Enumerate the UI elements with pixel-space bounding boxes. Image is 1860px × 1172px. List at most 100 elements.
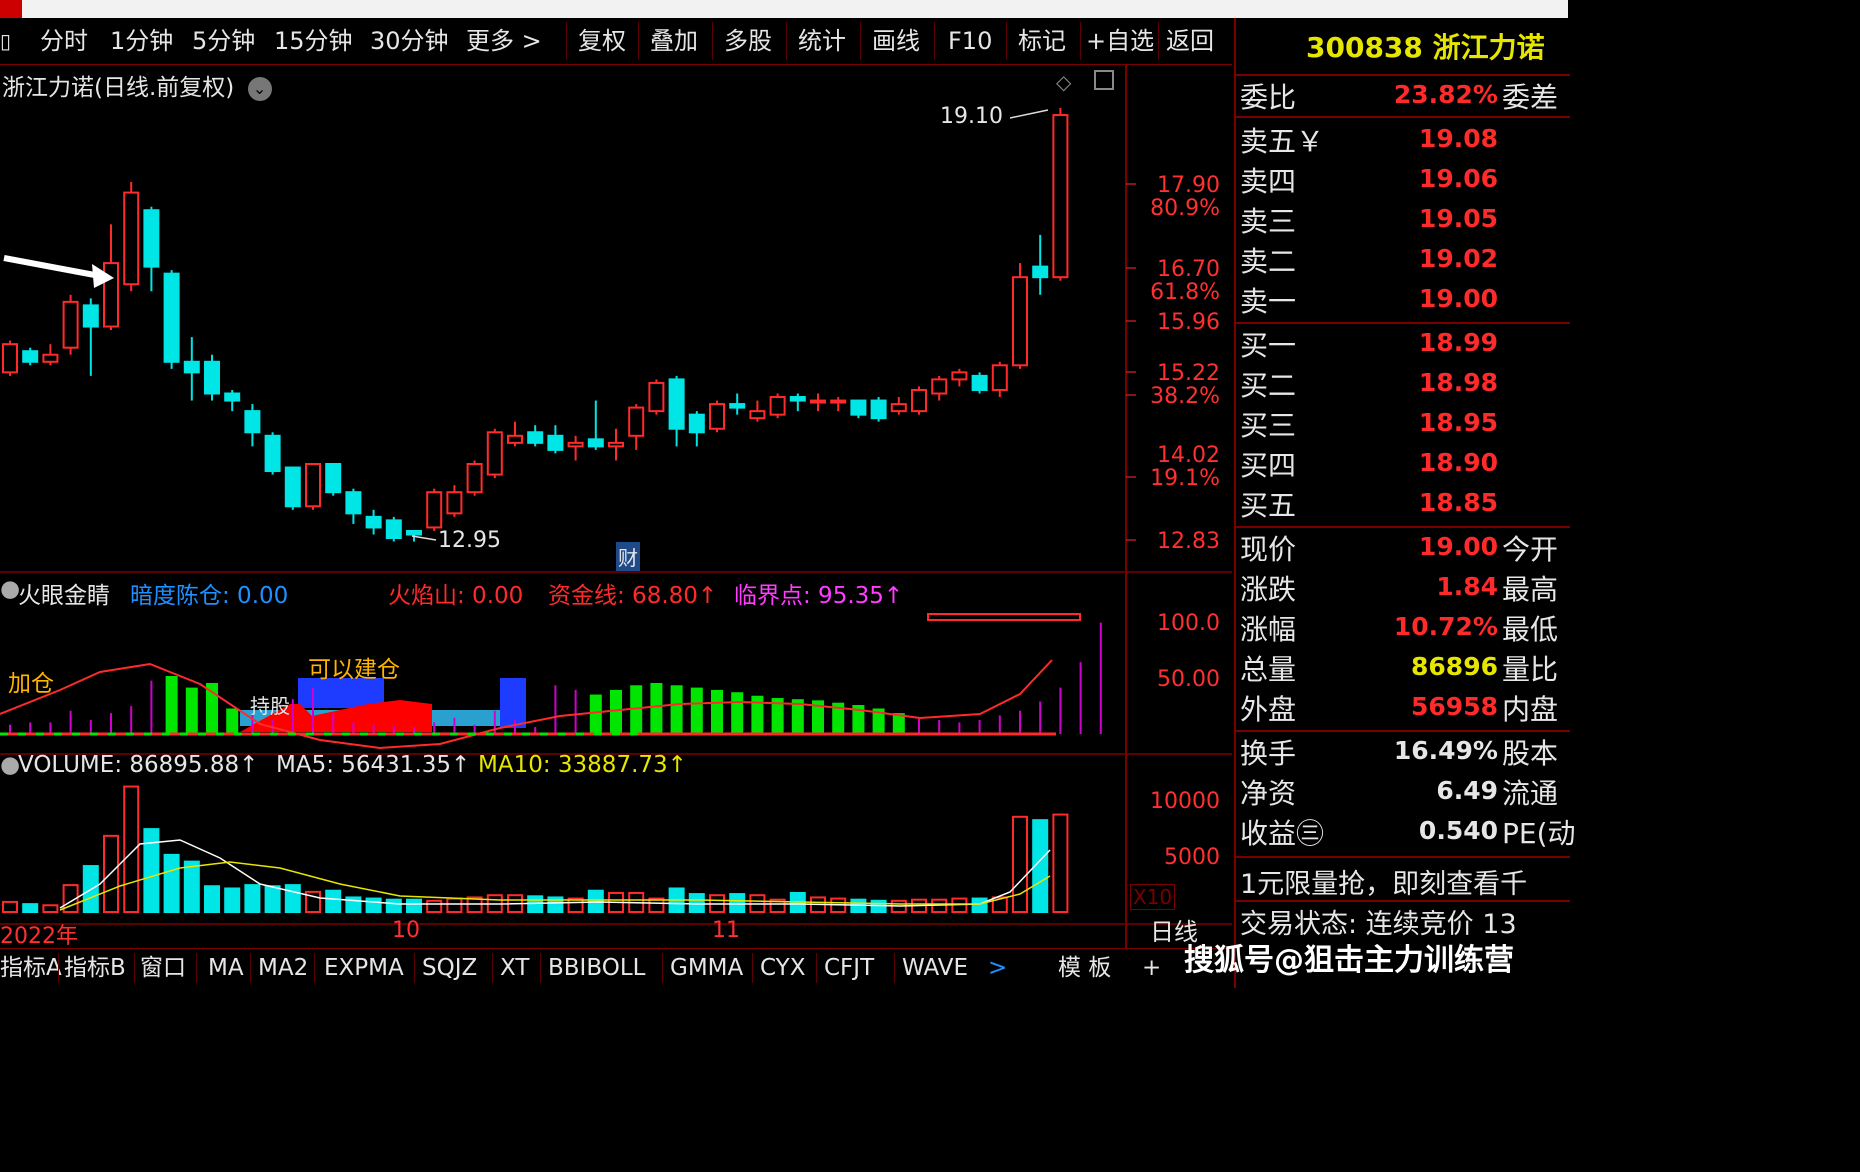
candle-body: [143, 209, 160, 268]
huaxian-button[interactable]: 画线: [872, 22, 920, 60]
stat2-value-1: 6.49: [1436, 776, 1498, 805]
duogu-button[interactable]: 多股: [724, 22, 772, 60]
volume-bar: [729, 893, 746, 914]
signal-label-chigu: 持股: [250, 694, 290, 718]
sell-label-1: 卖四: [1240, 165, 1297, 198]
period-tab-30min[interactable]: 30分钟: [370, 22, 449, 60]
tab-ma[interactable]: MA: [208, 949, 244, 987]
tab-xt[interactable]: XT: [500, 949, 529, 987]
candle-body: [204, 360, 220, 395]
f10-button[interactable]: F10: [948, 22, 992, 60]
stat-value-3: 86896: [1411, 652, 1498, 681]
diejia-button[interactable]: 叠加: [650, 22, 698, 60]
tab-cyx[interactable]: CYX: [760, 949, 805, 987]
candle-body: [345, 491, 362, 515]
menu-square-icon[interactable]: ▯: [0, 22, 11, 60]
add-watchlist-button[interactable]: +自选: [1086, 22, 1154, 60]
candle-body: [850, 399, 867, 416]
tab-cfjt[interactable]: CFJT: [824, 949, 874, 987]
tab-indicator-a[interactable]: 指标A: [0, 949, 62, 987]
tab-indicator-b[interactable]: 指标B: [64, 949, 126, 987]
tab-expma[interactable]: EXPMA: [324, 949, 404, 987]
candle: [587, 400, 604, 450]
buy-label-4: 买五: [1240, 489, 1297, 522]
kline-chart[interactable]: 17.9080.9% 16.7061.8% 15.96 15.2238.2% 14.02…: [0, 64, 1232, 948]
stat-label-1: 涨跌: [1240, 573, 1297, 606]
candle: [183, 337, 200, 401]
tab-sqjz[interactable]: SQJZ: [422, 949, 477, 987]
indicator-name: 火眼金睛: [18, 583, 110, 609]
tab-window[interactable]: 窗口: [140, 949, 186, 987]
candle-body: [769, 396, 786, 416]
candle-body: [789, 396, 806, 402]
volume-bar: [1052, 813, 1069, 913]
indicator-item-huoyan: 火焰山: 0.00: [388, 583, 524, 609]
tab-template[interactable]: 模 板: [1058, 949, 1111, 987]
high-pointer: [1009, 109, 1049, 119]
indicator-bar: [670, 685, 683, 734]
sell-value-3: 19.02: [1418, 244, 1498, 273]
indicator-item-zijin: 资金线: 68.80↑: [548, 583, 718, 609]
tongji-button[interactable]: 统计: [798, 22, 846, 60]
candle-body: [123, 191, 140, 286]
sell-label-2: 卖三: [1240, 205, 1297, 238]
candle: [547, 425, 564, 454]
candle-body: [224, 392, 241, 402]
candle: [769, 393, 786, 419]
tab-divider: [662, 953, 663, 983]
candle: [244, 404, 261, 447]
diamond-icon[interactable]: ◇: [1056, 70, 1071, 94]
indicator-bar: [731, 692, 744, 734]
promo-link[interactable]: 1元限量抢，即刻查看千: [1240, 862, 1527, 901]
stat-value-1: 1.84: [1436, 572, 1498, 601]
panel-divider: [1236, 856, 1570, 858]
top-menu-strip: [0, 0, 1568, 18]
price-axis-label: 80.9%: [1150, 196, 1220, 221]
tab-add[interactable]: +: [1142, 949, 1161, 987]
tab-divider: [492, 953, 493, 983]
tab-divider: [314, 953, 315, 983]
candle-body: [991, 364, 1008, 391]
finance-marker-icon[interactable]: 财: [616, 542, 640, 571]
candle: [284, 466, 301, 510]
candle-body: [547, 434, 564, 451]
tab-divider: [816, 953, 817, 983]
indicator-tab-bar: 指标A 指标B 窗口 MA MA2 EXPMA SQJZ XT BBIBOLL …: [0, 948, 1232, 989]
tab-more-arrow[interactable]: >: [988, 949, 1007, 987]
indicator-bar: [185, 687, 198, 734]
volume-value: VOLUME: 86895.88↑: [18, 752, 259, 778]
tab-gmma[interactable]: GMMA: [670, 949, 743, 987]
toolbar-divider: [1006, 22, 1007, 60]
price-axis-label: 15.22: [1157, 361, 1220, 386]
candle: [204, 354, 220, 401]
period-tab-15min[interactable]: 15分钟: [274, 22, 353, 60]
volume-axis-label: 10000: [1150, 789, 1220, 814]
fuquan-button[interactable]: 复权: [578, 22, 626, 60]
period-tab-fenshi[interactable]: 分时: [40, 22, 88, 60]
time-axis-oct: 10: [392, 918, 420, 943]
signal-label-jiacang: 加仓: [8, 671, 54, 697]
candle: [42, 344, 59, 366]
candle-body: [648, 381, 665, 413]
biaoji-button[interactable]: 标记: [1018, 22, 1066, 60]
volume-bar: [143, 828, 160, 913]
back-button[interactable]: 返回: [1166, 22, 1214, 60]
tab-bbiboll[interactable]: BBIBOLL: [548, 949, 645, 987]
period-tab-1min[interactable]: 1分钟: [110, 22, 173, 60]
candle-body: [587, 438, 604, 448]
volume-axis-label: 5000: [1164, 845, 1220, 870]
candle: [1052, 108, 1069, 281]
volume-bar: [688, 893, 705, 914]
panel-toggle-icon[interactable]: [1094, 70, 1114, 90]
candle-body: [82, 304, 99, 328]
indicator-axis-label: 100.0: [1157, 611, 1220, 636]
candle-body: [325, 462, 342, 494]
candle-body: [608, 441, 624, 448]
toolbar-divider: [860, 22, 861, 60]
period-tab-more[interactable]: 更多 >: [466, 22, 542, 60]
tab-ma2[interactable]: MA2: [258, 949, 308, 987]
tab-wave[interactable]: WAVE: [902, 949, 968, 987]
tab-divider: [540, 953, 541, 983]
period-tab-5min[interactable]: 5分钟: [192, 22, 255, 60]
toolbar-divider: [934, 22, 935, 60]
